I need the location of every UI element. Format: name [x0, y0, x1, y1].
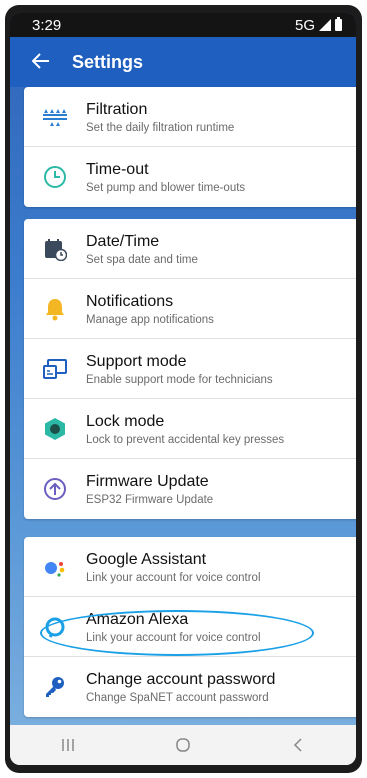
setting-title: Lock mode — [86, 412, 165, 430]
setting-subtitle: Lock to prevent accidental key presses — [86, 433, 285, 446]
calendar-clock-icon — [24, 219, 86, 279]
setting-notifications[interactable]: Notifications Manage app notifications — [24, 279, 356, 339]
setting-title: Firmware Update — [86, 473, 209, 490]
back-icon[interactable] — [268, 725, 328, 765]
screen: 3:29 5G Settings Filtration Set the dail… — [10, 13, 356, 765]
setting-subtitle: Manage app notifications — [86, 313, 214, 326]
setting-date-time[interactable]: Date/Time Set spa date and time — [24, 219, 356, 279]
setting-subtitle: Set pump and blower time-outs — [86, 182, 246, 194]
setting-title: Change account password — [86, 671, 276, 688]
back-arrow-icon[interactable] — [10, 49, 72, 75]
key-icon — [24, 657, 86, 717]
setting-google-assistant[interactable]: Google Assistant Link your account for v… — [24, 537, 356, 597]
setting-title: Time-out — [86, 161, 149, 178]
system-nav-bar — [10, 725, 356, 765]
setting-title: Filtration — [86, 100, 148, 118]
signal-icon — [319, 19, 331, 31]
cast-icon — [24, 339, 86, 399]
status-indicators: 5G — [295, 17, 342, 34]
page-title: Settings — [72, 51, 144, 72]
setting-title: Google Assistant — [86, 550, 207, 568]
setting-subtitle: Set the daily filtration runtime — [86, 121, 235, 134]
setting-support-mode[interactable]: Support mode Enable support mode for tec… — [24, 339, 356, 399]
google-assistant-icon — [24, 537, 86, 597]
bell-icon — [24, 279, 86, 339]
setting-time-out[interactable]: Time-out Set pump and blower time-outs — [24, 147, 356, 207]
clock-icon — [24, 147, 86, 207]
upload-circle-icon — [24, 459, 86, 519]
phone-frame: 3:29 5G Settings Filtration Set the dail… — [5, 5, 362, 773]
setting-subtitle: ESP32 Firmware Update — [86, 494, 214, 506]
setting-subtitle: Link your account for voice control — [86, 571, 261, 584]
setting-lock-mode[interactable]: Lock mode Lock to prevent accidental key… — [24, 399, 356, 459]
setting-title: Date/Time — [86, 232, 160, 250]
app-bar: Settings — [10, 37, 356, 87]
setting-subtitle: Change SpaNET account password — [86, 692, 269, 704]
alexa-highlight-ellipse — [40, 610, 314, 656]
setting-change-password[interactable]: Change account password Change SpaNET ac… — [24, 657, 356, 717]
home-icon[interactable] — [153, 725, 213, 765]
setting-subtitle: Set spa date and time — [86, 253, 198, 266]
settings-group-2: Date/Time Set spa date and time Notifica… — [24, 219, 356, 519]
battery-icon — [335, 17, 342, 31]
setting-title: Support mode — [86, 352, 187, 370]
lock-hexagon-icon — [24, 399, 86, 459]
setting-filtration[interactable]: Filtration Set the daily filtration runt… — [24, 87, 356, 147]
recent-apps-icon[interactable] — [38, 725, 98, 765]
setting-title: Notifications — [86, 292, 174, 310]
settings-group-1: Filtration Set the daily filtration runt… — [24, 87, 356, 207]
status-bar: 3:29 5G — [10, 13, 356, 37]
setting-firmware-update[interactable]: Firmware Update ESP32 Firmware Update — [24, 459, 356, 519]
setting-subtitle: Enable support mode for technicians — [86, 373, 273, 386]
status-time: 3:29 — [32, 16, 62, 34]
filtration-icon — [24, 87, 86, 147]
network-type: 5G — [294, 16, 315, 34]
